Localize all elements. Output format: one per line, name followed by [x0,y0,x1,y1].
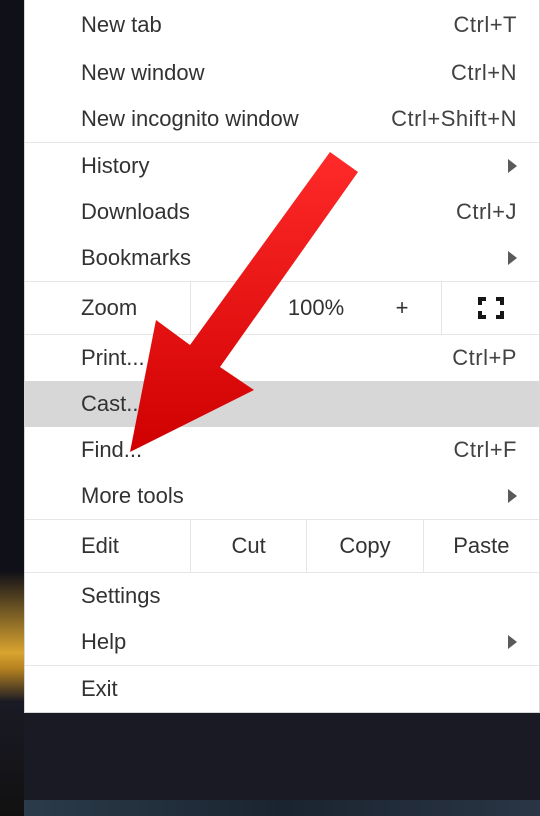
menu-item-label: Find... [81,437,407,463]
menu-edit-row: Edit Cut Copy Paste [25,519,539,573]
menu-item-bookmarks[interactable]: Bookmarks [25,235,539,281]
browser-main-menu: New tab Ctrl+T New window Ctrl+N New inc… [24,0,540,713]
fullscreen-icon [478,297,504,319]
zoom-label: Zoom [25,282,191,334]
menu-item-label: Cast... [81,391,517,417]
menu-item-shortcut: Ctrl+J [407,199,517,225]
menu-item-more-tools[interactable]: More tools [25,473,539,519]
menu-item-label: Help [81,629,500,655]
zoom-out-button[interactable]: − [191,282,269,334]
edit-label: Edit [25,520,191,572]
chevron-right-icon [508,159,517,173]
fullscreen-button[interactable] [441,282,539,334]
menu-item-new-tab[interactable]: New tab Ctrl+T [25,0,539,50]
menu-item-label: Settings [81,583,517,609]
chevron-right-icon [508,251,517,265]
zoom-value: 100% [269,282,363,334]
menu-item-label: Exit [81,676,517,702]
paste-button[interactable]: Paste [424,520,539,572]
copy-button[interactable]: Copy [307,520,423,572]
menu-item-label: Downloads [81,199,407,225]
menu-item-cast[interactable]: Cast... [25,381,539,427]
chevron-right-icon [508,489,517,503]
zoom-in-button[interactable]: + [363,282,441,334]
menu-item-find[interactable]: Find... Ctrl+F [25,427,539,473]
menu-item-label: New tab [81,12,407,38]
menu-item-new-window[interactable]: New window Ctrl+N [25,50,539,96]
menu-item-label: New window [81,60,407,86]
menu-item-exit[interactable]: Exit [25,666,539,712]
menu-item-shortcut: Ctrl+P [407,345,517,371]
menu-item-label: History [81,153,500,179]
menu-item-label: More tools [81,483,500,509]
cut-button[interactable]: Cut [191,520,307,572]
background-window-strip [0,0,24,816]
menu-item-shortcut: Ctrl+N [407,60,517,86]
menu-item-shortcut: Ctrl+T [407,12,517,38]
menu-item-print[interactable]: Print... Ctrl+P [25,335,539,381]
menu-item-label: Bookmarks [81,245,500,271]
background-window-bottom [24,800,540,816]
menu-item-help[interactable]: Help [25,619,539,665]
menu-item-downloads[interactable]: Downloads Ctrl+J [25,189,539,235]
menu-item-history[interactable]: History [25,143,539,189]
chevron-right-icon [508,635,517,649]
menu-item-settings[interactable]: Settings [25,573,539,619]
menu-zoom-row: Zoom − 100% + [25,281,539,335]
menu-item-shortcut: Ctrl+F [407,437,517,463]
menu-item-label: Print... [81,345,407,371]
menu-item-label: New incognito window [81,106,391,132]
menu-item-new-incognito[interactable]: New incognito window Ctrl+Shift+N [25,96,539,142]
menu-item-shortcut: Ctrl+Shift+N [391,106,517,132]
